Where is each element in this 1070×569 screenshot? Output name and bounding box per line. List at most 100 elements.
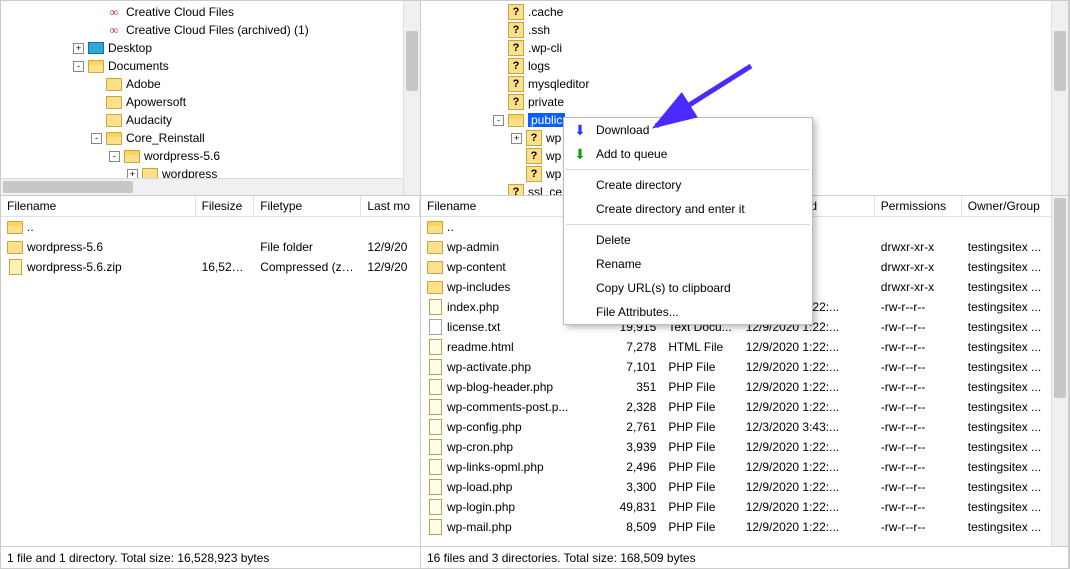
file-row[interactable]: wp-comments-post.p...2,328PHP File12/9/2… <box>421 397 1068 417</box>
col-filename[interactable]: Filename <box>1 196 196 216</box>
tree-node[interactable]: logs <box>421 57 1068 75</box>
menu-add-to-queue[interactable]: ⬇ Add to queue <box>564 142 812 166</box>
tree-node[interactable]: .wp-cli <box>421 39 1068 57</box>
menu-delete[interactable]: Delete <box>564 228 812 252</box>
menu-copy-url[interactable]: Copy URL(s) to clipboard <box>564 276 812 300</box>
tree-label[interactable]: wp <box>546 131 561 145</box>
file-row[interactable]: wp-blog-header.php351PHP File12/9/2020 1… <box>421 377 1068 397</box>
file-name: .. <box>447 220 454 234</box>
menu-create-directory[interactable]: Create directory <box>564 173 812 197</box>
file-cell: 12/9/2020 1:22:... <box>740 339 875 355</box>
tree-node[interactable]: .ssh <box>421 21 1068 39</box>
file-row[interactable]: wp-activate.php7,101PHP File12/9/2020 1:… <box>421 357 1068 377</box>
tree-label[interactable]: Core_Reinstall <box>126 131 205 145</box>
tree-label[interactable]: Desktop <box>108 41 152 55</box>
blank-icon <box>572 177 588 193</box>
scrollbar-vertical[interactable] <box>1051 196 1068 546</box>
q-icon <box>508 184 524 196</box>
file-cell: PHP File <box>662 479 739 495</box>
file-row[interactable]: wordpress-5.6.zip16,528,923Compressed (z… <box>1 257 420 277</box>
scrollbar-vertical[interactable] <box>403 1 420 195</box>
tree-label[interactable]: Creative Cloud Files <box>126 5 234 19</box>
expand-icon[interactable]: + <box>511 133 522 144</box>
tree-label[interactable]: .ssh <box>528 23 550 37</box>
twister-none <box>91 79 102 90</box>
tree-label[interactable]: Documents <box>108 59 169 73</box>
collapse-icon[interactable]: - <box>109 151 120 162</box>
scrollbar-horizontal[interactable] <box>1 178 403 195</box>
collapse-icon[interactable]: - <box>91 133 102 144</box>
folder-icon <box>7 239 23 255</box>
tree-label[interactable]: wp <box>546 167 561 181</box>
tree-label[interactable]: private <box>528 95 564 109</box>
menu-download[interactable]: ⬇ Download <box>564 118 812 142</box>
file-cell: 12/9/20 <box>361 259 420 275</box>
tree-node[interactable]: mysqleditor <box>421 75 1068 93</box>
local-file-pane[interactable]: Filename Filesize Filetype Last mo .. wor… <box>1 196 420 546</box>
tree-node[interactable]: Creative Cloud Files <box>1 3 420 21</box>
tree-label[interactable]: Creative Cloud Files (archived) (1) <box>126 23 309 37</box>
expand-icon[interactable]: + <box>73 43 84 54</box>
tree-node[interactable]: + Desktop <box>1 39 420 57</box>
tree-node[interactable]: .cache <box>421 3 1068 21</box>
col-filesize[interactable]: Filesize <box>196 196 255 216</box>
file-row[interactable]: wp-links-opml.php2,496PHP File12/9/2020 … <box>421 457 1068 477</box>
tree-label[interactable]: .cache <box>528 5 563 19</box>
blank-icon <box>572 232 588 248</box>
file-row[interactable]: wp-login.php49,831PHP File12/9/2020 1:22… <box>421 497 1068 517</box>
tree-label[interactable]: public <box>528 113 565 127</box>
tree-node[interactable]: Audacity <box>1 111 420 129</box>
tree-label[interactable]: Audacity <box>126 113 172 127</box>
folder-open-icon <box>427 219 443 235</box>
file-row[interactable]: wordpress-5.6File folder12/9/20 <box>1 237 420 257</box>
twister-none <box>493 43 504 54</box>
local-tree-pane[interactable]: Creative Cloud Files Creative Cloud Files… <box>1 1 420 196</box>
context-menu[interactable]: ⬇ Download ⬇ Add to queue Create directo… <box>563 117 813 325</box>
file-row[interactable]: .. <box>1 217 420 237</box>
tree-node[interactable]: Adobe <box>1 75 420 93</box>
col-permissions[interactable]: Permissions <box>875 196 962 216</box>
file-name: wp-content <box>447 260 506 274</box>
tree-label[interactable]: .wp-cli <box>528 41 562 55</box>
remote-status-bar: 16 files and 3 directories. Total size: … <box>421 546 1068 568</box>
tree-node[interactable]: - Documents <box>1 57 420 75</box>
tree-node[interactable]: - Core_Reinstall <box>1 129 420 147</box>
col-lastmod[interactable]: Last mo <box>361 196 420 216</box>
twister-none <box>511 169 522 180</box>
file-row[interactable]: wp-mail.php8,509PHP File12/9/2020 1:22:.… <box>421 517 1068 537</box>
remote-status-text: 16 files and 3 directories. Total size: … <box>427 551 696 565</box>
collapse-icon[interactable]: - <box>493 115 504 126</box>
file-cell: 2,761 <box>604 419 662 435</box>
file-name: .. <box>27 220 34 234</box>
menu-create-directory-enter[interactable]: Create directory and enter it <box>564 197 812 221</box>
menu-rename[interactable]: Rename <box>564 252 812 276</box>
file-name: wordpress-5.6.zip <box>27 260 122 274</box>
tree-node[interactable]: Apowersoft <box>1 93 420 111</box>
file-row[interactable]: readme.html7,278HTML File12/9/2020 1:22:… <box>421 337 1068 357</box>
tree-label[interactable]: logs <box>528 59 550 73</box>
file-cell: 3,300 <box>604 479 662 495</box>
local-file-header[interactable]: Filename Filesize Filetype Last mo <box>1 196 420 217</box>
tree-node[interactable]: private <box>421 93 1068 111</box>
file-row[interactable]: wp-config.php2,761PHP File12/3/2020 3:43… <box>421 417 1068 437</box>
tree-label[interactable]: mysqleditor <box>528 77 589 91</box>
file-row[interactable]: wp-load.php3,300PHP File12/9/2020 1:22:.… <box>421 477 1068 497</box>
tree-label[interactable]: wordpress-5.6 <box>144 149 220 163</box>
file-row[interactable]: wp-cron.php3,939PHP File12/9/2020 1:22:.… <box>421 437 1068 457</box>
col-filetype[interactable]: Filetype <box>254 196 361 216</box>
tree-node[interactable]: - wordpress-5.6 <box>1 147 420 165</box>
file-name: wp-admin <box>447 240 499 254</box>
scrollbar-vertical[interactable] <box>1051 1 1068 195</box>
twister-none <box>91 97 102 108</box>
collapse-icon[interactable]: - <box>73 61 84 72</box>
tree-node[interactable]: Creative Cloud Files (archived) (1) <box>1 21 420 39</box>
file-name: readme.html <box>447 340 514 354</box>
tree-label[interactable]: ssl_ce <box>528 185 562 196</box>
file-cell: 2,328 <box>604 399 662 415</box>
tree-label[interactable]: Apowersoft <box>126 95 186 109</box>
menu-file-attributes[interactable]: File Attributes... <box>564 300 812 324</box>
folder-open-icon <box>88 58 104 74</box>
php-icon <box>427 299 443 315</box>
tree-label[interactable]: Adobe <box>126 77 161 91</box>
tree-label[interactable]: wp <box>546 149 561 163</box>
